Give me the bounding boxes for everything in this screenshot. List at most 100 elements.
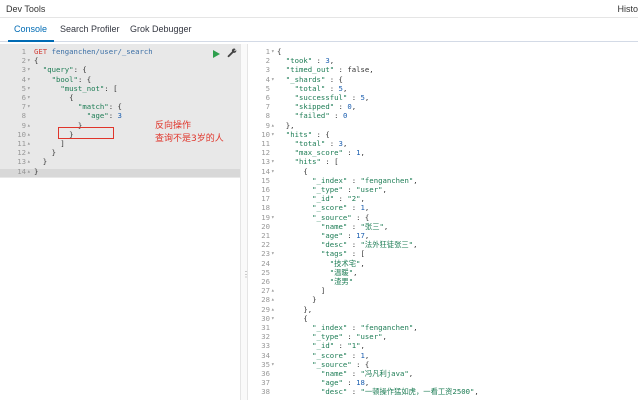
code-text: "age" : 18, [320,378,370,388]
code-text: "温暖", [329,267,358,277]
line-number: 15 [261,175,270,185]
code-line: 19 ▾ "_source" : { [248,212,638,222]
request-method: GET [34,47,48,56]
code-text: "_type" : "user", [312,185,387,194]
request-editor[interactable]: 1 GET fenganchen/user/_search 2 ▾{3 ▾ "query… [0,44,240,400]
line-number: 22 [261,240,270,250]
code-text: "total" : 3, [294,139,348,148]
line-number: 13 [261,157,270,167]
request-url: fenganchen/user/_search [51,47,153,56]
line-number: 9 [265,120,270,130]
run-request-icon[interactable] [213,50,220,58]
code-line: 24 "技术宅", [248,258,638,268]
code-text: "skipped" : 0, [294,102,357,112]
line-number: 20 [261,221,270,231]
code-line: 37 "age" : 18, [248,378,638,388]
fold-toggle-icon[interactable]: ▴ [27,149,33,157]
line-number: 7 [265,102,270,112]
code-text: }, [277,120,295,130]
code-text: "_index" : "fenganchen", [312,323,418,332]
line-number: 3 [21,65,26,75]
line-number: 1 [21,47,26,56]
code-line: 11 "total" : 3, [248,139,638,148]
fold-toggle-icon[interactable]: ▴ [27,168,33,176]
line-number: 11 [261,139,270,148]
code-text: "技术宅", [329,258,365,268]
code-line: 14 ▴} [0,166,240,176]
fold-toggle-icon[interactable]: ▾ [27,85,33,93]
fold-toggle-icon[interactable]: ▾ [27,57,33,65]
code-line: 13 ▾ "hits" : [ [248,158,638,166]
code-line: 12 "max_score" : 1, [248,148,638,158]
wrench-icon[interactable] [227,48,237,58]
tab-search-profiler[interactable]: Search Profiler [60,24,120,34]
line-number: 12 [261,148,270,158]
fold-toggle-icon[interactable]: ▾ [27,94,33,102]
line-number: 6 [21,93,26,102]
fold-toggle-icon[interactable]: ▴ [27,158,33,166]
line-number: 35 [261,359,270,369]
fold-toggle-icon[interactable]: ▾ [27,76,33,84]
active-tab-indicator [8,40,54,42]
code-line: 2 "took" : 3, [248,56,638,66]
fold-toggle-icon[interactable]: ▴ [27,140,33,148]
code-text: "age": 3 [86,111,122,121]
code-text: "_id" : "1", [312,341,365,351]
line-number: 38 [261,387,270,397]
code-text: "took" : 3, [285,56,335,66]
fold-toggle-icon[interactable]: ▴ [27,131,33,139]
line-number: 13 [17,157,26,167]
line-number: 25 [261,267,270,277]
line-number: 12 [17,148,26,158]
fold-toggle-icon[interactable]: ▴ [27,122,33,130]
code-text: "failed" : 0 [294,111,348,121]
code-line: 2 ▾{ [0,56,240,65]
code-text: "tags" : [ [320,249,365,259]
code-text: { [277,47,282,56]
line-number: 7 [21,102,26,112]
code-text: GET fenganchen/user/_search [34,47,153,56]
pane-splitter[interactable]: ⋮ [240,44,250,400]
code-text: } [277,295,317,305]
line-number: 24 [261,258,270,268]
code-text: "_score" : 1, [312,350,370,360]
code-text: "hits" : { [285,129,330,139]
annotation-note: 反向操作 查询不是3岁的人 [155,120,224,146]
line-number: 30 [261,313,270,323]
line-number: 6 [265,93,270,102]
code-line: 1 GET fenganchen/user/_search [0,47,240,56]
line-number: 1 [265,47,270,56]
code-line: 29 ▴ }, [248,305,638,314]
line-number: 27 [261,286,270,296]
code-line: 31 "_index" : "fenganchen", [248,323,638,332]
tab-grok-debugger[interactable]: Grok Debugger [130,24,192,34]
code-text: "max_score" : 1, [294,148,365,158]
code-line: 5 ▾ "must_not": [ [0,84,240,93]
line-number: 10 [261,129,270,139]
code-line: 15 "_index" : "fenganchen", [248,175,638,185]
line-number: 3 [265,65,270,75]
code-text: } [34,157,48,167]
line-number: 18 [261,203,270,213]
code-line: 14 ▾ { [248,167,638,176]
code-text: { [34,93,74,102]
code-text: "bool": { [51,74,92,84]
tab-console[interactable]: Console [14,24,47,34]
code-line: 32 "_type" : "user", [248,332,638,341]
code-line: 20 "name" : "张三", [248,221,638,231]
code-text: } [34,166,39,176]
code-text: "_id" : "2", [312,194,365,204]
line-number: 16 [261,185,270,194]
line-number: 9 [21,120,26,130]
code-line: 25 "温暖", [248,267,638,277]
code-text: "_source" : { [312,212,370,222]
code-line: 12 ▴ } [0,148,240,158]
code-line: 4 ▾ "_shards" : { [248,75,638,84]
response-viewer[interactable]: 1 ▾{2 "took" : 3, 3 "timed_out" : false, 4 ▾… [248,44,638,400]
fold-toggle-icon[interactable]: ▾ [27,103,33,111]
line-number: 8 [21,111,26,121]
history-link[interactable]: Histo [617,4,638,14]
line-number: 21 [261,231,270,240]
annotation-line-1: 反向操作 [155,121,192,131]
fold-toggle-icon[interactable]: ▾ [27,66,33,74]
